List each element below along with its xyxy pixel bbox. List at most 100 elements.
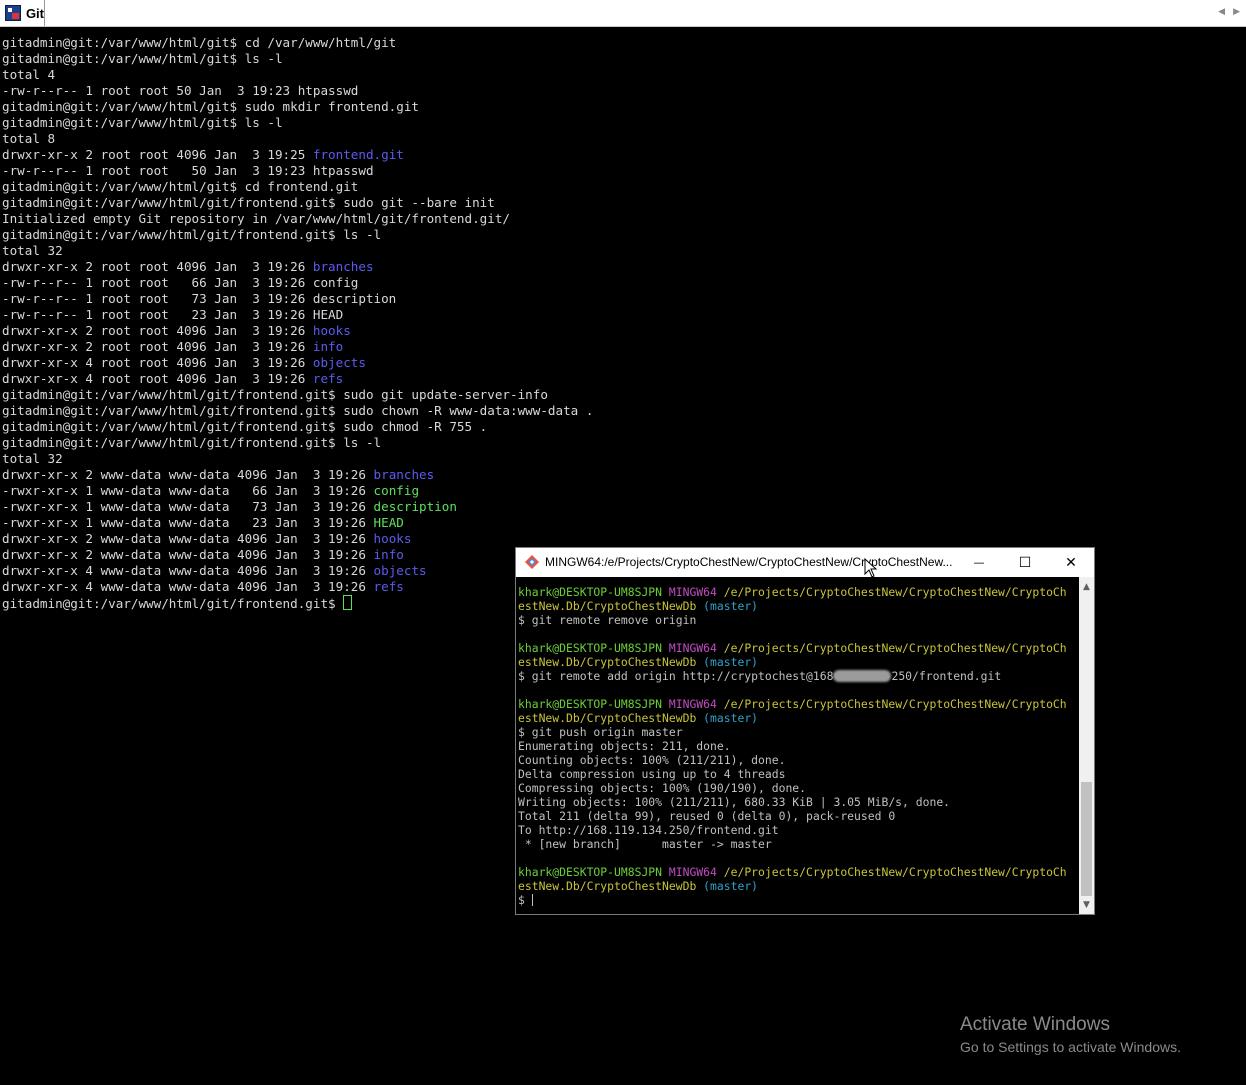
terminal-line: khark@DESKTOP-UM8SJPN MINGW64 /e/Project… [518, 585, 1078, 599]
terminal-line: estNew.Db/CryptoChestNewDb (master) [518, 879, 1078, 893]
terminal-text: gitadmin@git:/var/www/html/git/frontend.… [2, 227, 382, 242]
terminal-text: To http://168.119.134.250/frontend.git [518, 823, 779, 837]
terminal-text: /e/Projects/CryptoChestNew/CryptoChestNe… [723, 641, 1067, 655]
terminal-line: gitadmin@git:/var/www/html/git$ cd /var/… [2, 35, 1242, 51]
terminal-line: estNew.Db/CryptoChestNewDb (master) [518, 655, 1078, 669]
terminal-line: $ [518, 893, 1078, 907]
terminal-line: -rw-r--r-- 1 root root 23 Jan 3 19:26 HE… [2, 307, 1242, 323]
terminal-text: config [373, 483, 420, 498]
terminal-text: -rw-r--r-- 1 root root 50 Jan 3 19:23 ht… [2, 163, 374, 178]
text-cursor [343, 595, 353, 610]
terminal-text: $ git remote remove origin [518, 613, 697, 627]
terminal-line: gitadmin@git:/var/www/html/git$ ls -l [2, 115, 1242, 131]
terminal-text: estNew.Db/CryptoChestNewDb [518, 599, 704, 613]
terminal-text: drwxr-xr-x 4 www-data www-data 4096 Jan … [2, 563, 374, 578]
terminal-text: -rwxr-xr-x 1 www-data www-data 23 Jan 3 … [2, 515, 374, 530]
terminal-line: Counting objects: 100% (211/211), done. [518, 753, 1078, 767]
scroll-down-icon[interactable]: ▼ [1079, 897, 1094, 912]
window-title: MINGW64:/e/Projects/CryptoChestNew/Crypt… [545, 555, 953, 569]
terminal-text: Counting objects: 100% (211/211), done. [518, 753, 786, 767]
terminal-line: -rw-r--r-- 1 root root 73 Jan 3 19:26 de… [2, 291, 1242, 307]
terminal-text: total 32 [2, 451, 63, 466]
terminal-text: khark@DESKTOP-UM8SJPN [518, 865, 669, 879]
terminal-line: Enumerating objects: 211, done. [518, 739, 1078, 753]
terminal-text: (master) [703, 655, 759, 669]
terminal-text: khark@DESKTOP-UM8SJPN [518, 641, 669, 655]
minimize-icon: — [973, 556, 985, 569]
terminal-line: Writing objects: 100% (211/211), 680.33 … [518, 795, 1078, 809]
terminal-line: total 32 [2, 451, 1242, 467]
maximize-icon: ☐ [1018, 554, 1032, 571]
terminal-line: khark@DESKTOP-UM8SJPN MINGW64 /e/Project… [518, 697, 1078, 711]
git-bash-output[interactable]: khark@DESKTOP-UM8SJPN MINGW64 /e/Project… [518, 585, 1078, 907]
terminal-text: drwxr-xr-x 2 root root 4096 Jan 3 19:26 [2, 323, 313, 338]
terminal-text: gitadmin@git:/var/www/html/git$ cd front… [2, 179, 359, 194]
text-cursor [531, 894, 533, 906]
maximize-button[interactable]: ☐ [1002, 548, 1048, 577]
terminal-text: gitadmin@git:/var/www/html/git/frontend.… [2, 596, 344, 611]
terminal-line: $ git remote add origin http://cryptoche… [518, 669, 1078, 683]
watermark-title: Activate Windows [960, 1014, 1110, 1035]
minimize-button[interactable]: — [956, 548, 1002, 577]
redacted-ip-segment [833, 670, 892, 682]
terminal-text: /e/Projects/CryptoChestNew/CryptoChestNe… [723, 697, 1067, 711]
tab-scroll-controls: ◀ ▶ [1218, 7, 1240, 17]
terminal-text: Writing objects: 100% (211/211), 680.33 … [518, 795, 951, 809]
terminal-text: MINGW64 [668, 585, 724, 599]
terminal-text: /e/Projects/CryptoChestNew/CryptoChestNe… [723, 865, 1067, 879]
terminal-line: gitadmin@git:/var/www/html/git/frontend.… [2, 419, 1242, 435]
chevron-right-icon[interactable]: ▶ [1233, 7, 1240, 17]
terminal-text: -rw-r--r-- 1 root root 66 Jan 3 19:26 co… [2, 275, 359, 290]
terminal-text: (master) [703, 879, 759, 893]
terminal-text: MINGW64 [668, 641, 724, 655]
ssh-terminal-output[interactable]: gitadmin@git:/var/www/html/git$ cd /var/… [2, 35, 1242, 611]
terminal-text: description [373, 499, 457, 514]
scrollbar-thumb[interactable] [1081, 782, 1092, 896]
terminal-text: MINGW64 [668, 697, 724, 711]
terminal-text: gitadmin@git:/var/www/html/git/frontend.… [2, 435, 382, 450]
terminal-text: refs [312, 371, 344, 386]
terminal-line: * [new branch] master -> master [518, 837, 1078, 851]
terminal-line: To http://168.119.134.250/frontend.git [518, 823, 1078, 837]
terminal-line: Compressing objects: 100% (190/190), don… [518, 781, 1078, 795]
terminal-text: branches [373, 467, 435, 482]
terminal-text: MINGW64 [668, 865, 724, 879]
terminal-line: gitadmin@git:/var/www/html/git$ sudo mkd… [2, 99, 1242, 115]
terminal-text: estNew.Db/CryptoChestNewDb [518, 655, 704, 669]
terminal-line: -rw-r--r-- 1 root root 66 Jan 3 19:26 co… [2, 275, 1242, 291]
terminal-text: /e/Projects/CryptoChestNew/CryptoChestNe… [723, 585, 1067, 599]
tab-label: Git [25, 5, 44, 21]
window-titlebar[interactable]: MINGW64:/e/Projects/CryptoChestNew/Crypt… [516, 548, 1094, 577]
terminal-text: estNew.Db/CryptoChestNewDb [518, 879, 704, 893]
scroll-up-icon[interactable]: ▲ [1079, 579, 1094, 594]
terminal-text: -rwxr-xr-x 1 www-data www-data 66 Jan 3 … [2, 483, 374, 498]
terminal-text: branches [312, 259, 374, 274]
activate-windows-watermark: Activate Windows Go to Settings to activ… [960, 1013, 1181, 1057]
terminal-text: drwxr-xr-x 2 root root 4096 Jan 3 19:26 [2, 259, 313, 274]
close-button[interactable]: ✕ [1048, 548, 1094, 577]
terminal-text: info [373, 547, 404, 562]
terminal-text: gitadmin@git:/var/www/html/git/frontend.… [2, 403, 594, 418]
terminal-line: estNew.Db/CryptoChestNewDb (master) [518, 711, 1078, 725]
terminal-text: refs [373, 579, 404, 594]
tab-git[interactable]: Git [0, 0, 45, 26]
terminal-text: (master) [703, 599, 759, 613]
terminal-text: 250/frontend.git [891, 669, 1002, 683]
terminal-line: khark@DESKTOP-UM8SJPN MINGW64 /e/Project… [518, 865, 1078, 879]
terminal-text: $ git push origin master [518, 725, 683, 739]
terminal-line: drwxr-xr-x 2 www-data www-data 4096 Jan … [2, 531, 1242, 547]
terminal-line: total 4 [2, 67, 1242, 83]
mingw64-window[interactable]: MINGW64:/e/Projects/CryptoChestNew/Crypt… [515, 547, 1095, 915]
terminal-text: gitadmin@git:/var/www/html/git$ cd /var/… [2, 35, 397, 50]
git-bash-icon [525, 555, 539, 569]
terminal-text: gitadmin@git:/var/www/html/git$ sudo mkd… [2, 99, 420, 114]
terminal-line: -rwxr-xr-x 1 www-data www-data 66 Jan 3 … [2, 483, 1242, 499]
terminal-text: Total 211 (delta 99), reused 0 (delta 0)… [518, 809, 896, 823]
terminal-text: drwxr-xr-x 4 root root 4096 Jan 3 19:26 [2, 371, 313, 386]
vertical-scrollbar[interactable]: ▲ ▼ [1079, 577, 1094, 914]
chevron-left-icon[interactable]: ◀ [1218, 7, 1225, 17]
terminal-line: drwxr-xr-x 2 www-data www-data 4096 Jan … [2, 467, 1242, 483]
terminal-text: drwxr-xr-x 2 www-data www-data 4096 Jan … [2, 531, 374, 546]
